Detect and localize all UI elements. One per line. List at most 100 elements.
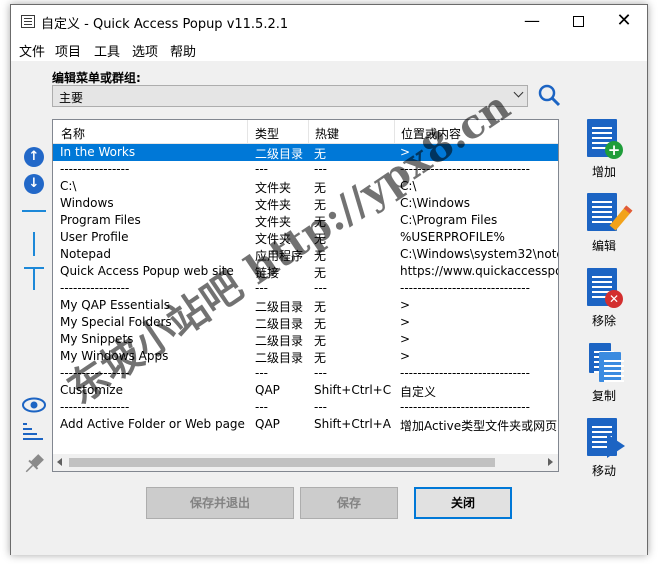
cell-location: https://www.quickaccesspopup.com bbox=[400, 264, 558, 278]
close-button[interactable]: 关闭 bbox=[414, 487, 512, 519]
add-column-break-button[interactable] bbox=[33, 232, 35, 256]
app-icon bbox=[21, 15, 35, 28]
cell-hotkey: 无 bbox=[314, 334, 327, 348]
search-icon bbox=[538, 84, 561, 107]
cell-type: 文件夹 bbox=[255, 215, 292, 229]
cell-type: 应用程序 bbox=[255, 249, 304, 263]
cell-name: Add Active Folder or Web page... bbox=[60, 417, 245, 431]
cell-location: ------------------------------ bbox=[400, 281, 530, 295]
cell-name: In the Works bbox=[60, 145, 136, 159]
cell-location: > bbox=[400, 315, 411, 329]
table-row[interactable]: Customize QAP Shift+Ctrl+C 自定义 bbox=[53, 382, 558, 399]
table-row[interactable]: My QAP Essentials 二级目录无 > bbox=[53, 297, 558, 314]
save-and-exit-button[interactable]: 保存并退出 bbox=[146, 487, 294, 519]
menu-help[interactable]: 帮助 bbox=[170, 41, 196, 60]
table-row[interactable]: In the Works 二级目录无 > bbox=[53, 144, 558, 161]
table-row[interactable]: Windows 文件夹 无 C:\Windows bbox=[53, 195, 558, 212]
table-row[interactable]: ---------------- --- --- ------------------… bbox=[53, 161, 558, 178]
play-arrow-icon bbox=[607, 434, 625, 458]
window-title: 自定义 - Quick Access Popup v11.5.2.1 bbox=[41, 17, 289, 32]
move-down-button[interactable]: ↓ bbox=[24, 174, 44, 194]
remove-doc-icon: ✕ bbox=[585, 268, 623, 310]
menu-group-select[interactable]: 主要 bbox=[52, 85, 528, 107]
cell-type: QAP bbox=[255, 417, 280, 431]
search-button[interactable] bbox=[537, 83, 561, 107]
cell-location: C:\Windows bbox=[400, 196, 471, 210]
scroll-left-icon[interactable] bbox=[57, 458, 62, 466]
table-row[interactable]: Quick Access Popup web site 链接 无 https://ww… bbox=[53, 263, 558, 280]
table-row[interactable]: ---------------- --- --- ------------------… bbox=[53, 280, 558, 297]
table-row[interactable]: C:\ 文件夹 无 C:\ bbox=[53, 178, 558, 195]
add-button[interactable]: + 增加 bbox=[579, 119, 629, 180]
cell-hotkey: --- bbox=[314, 162, 327, 176]
column-header-name[interactable]: 名称 bbox=[61, 125, 85, 142]
cell-name: Windows bbox=[60, 196, 114, 210]
cell-location: > bbox=[400, 349, 411, 363]
table-row[interactable]: Program Files 文件夹 无 C:\Program Files bbox=[53, 212, 558, 229]
edit-button[interactable]: 编辑 bbox=[579, 193, 633, 254]
x-icon: ✕ bbox=[605, 290, 623, 308]
maximize-button[interactable] bbox=[555, 5, 601, 37]
cell-location: ------------------------------ bbox=[400, 162, 530, 176]
minimize-icon: — bbox=[524, 11, 540, 30]
minimize-button[interactable]: — bbox=[509, 5, 555, 37]
cell-hotkey: 无 bbox=[314, 232, 327, 246]
cell-hotkey: 无 bbox=[314, 147, 327, 161]
menu-tools[interactable]: 工具 bbox=[94, 41, 120, 60]
cell-location: > bbox=[400, 332, 411, 346]
move-label: 移动 bbox=[591, 464, 616, 478]
column-header-type[interactable]: 类型 bbox=[255, 125, 279, 142]
cell-type: --- bbox=[255, 281, 268, 295]
move-up-button[interactable]: ↑ bbox=[24, 147, 44, 167]
title-bar[interactable]: 自定义 - Quick Access Popup v11.5.2.1 — ✕ bbox=[11, 5, 647, 37]
table-row[interactable]: ---------------- --- --- ------------------… bbox=[53, 399, 558, 416]
pin-icon bbox=[25, 454, 44, 473]
cell-type: 文件夹 bbox=[255, 198, 292, 212]
cell-type: QAP bbox=[255, 383, 280, 397]
horizontal-scrollbar[interactable] bbox=[53, 454, 558, 471]
add-separator-button[interactable] bbox=[22, 210, 46, 212]
cell-name: Program Files bbox=[60, 213, 141, 227]
cell-location: C:\Program Files bbox=[400, 213, 498, 227]
save-button[interactable]: 保存 bbox=[300, 487, 398, 519]
table-row[interactable]: Add Active Folder or Web page... QAP Shift… bbox=[53, 416, 558, 433]
menu-file[interactable]: 文件 bbox=[19, 41, 45, 60]
cell-hotkey: --- bbox=[314, 281, 327, 295]
cell-type: 链接 bbox=[255, 266, 280, 280]
cell-name: My QAP Essentials bbox=[60, 298, 171, 312]
menu-options[interactable]: 选项 bbox=[132, 41, 158, 60]
cell-location: 自定义 bbox=[400, 385, 437, 399]
column-header-location[interactable]: 位置或内容 bbox=[401, 125, 461, 142]
preview-button[interactable] bbox=[22, 397, 46, 413]
app-window: 自定义 - Quick Access Popup v11.5.2.1 — ✕ 文… bbox=[10, 4, 648, 555]
add-text-separator-button[interactable] bbox=[22, 266, 46, 290]
remove-button[interactable]: ✕ 移除 bbox=[579, 268, 629, 329]
cell-location: %USERPROFILE% bbox=[400, 230, 505, 244]
table-row[interactable]: User Profile 文件夹 无 %USERPROFILE% bbox=[53, 229, 558, 246]
table-row[interactable]: Notepad 应用程序无 C:\Windows\system32\notepad.… bbox=[53, 246, 558, 263]
menu-group-value: 主要 bbox=[59, 91, 84, 105]
eye-icon bbox=[22, 397, 46, 413]
cell-type: 二级目录 bbox=[255, 147, 304, 161]
move-button[interactable]: 移动 bbox=[579, 418, 629, 479]
arrow-up-icon: ↑ bbox=[28, 149, 40, 164]
cell-hotkey: 无 bbox=[314, 266, 327, 280]
table-row[interactable]: My Windows Apps 二级目录无 > bbox=[53, 348, 558, 365]
scroll-thumb[interactable] bbox=[69, 458, 495, 467]
cell-hotkey: 无 bbox=[314, 198, 327, 212]
cell-name: ---------------- bbox=[60, 162, 130, 176]
column-header-hotkey[interactable]: 热键 bbox=[315, 125, 339, 142]
table-row[interactable]: My Special Folders 二级目录无 > bbox=[53, 314, 558, 331]
cell-hotkey: --- bbox=[314, 366, 327, 380]
menu-item[interactable]: 项目 bbox=[55, 41, 81, 60]
close-window-button[interactable]: ✕ bbox=[601, 5, 647, 37]
table-row[interactable]: My Snippets 二级目录无 > bbox=[53, 331, 558, 348]
cell-hotkey: Shift+Ctrl+C bbox=[314, 383, 392, 397]
sort-button[interactable] bbox=[23, 423, 45, 443]
copy-button[interactable]: 复制 bbox=[579, 343, 629, 404]
scroll-right-icon[interactable] bbox=[548, 458, 553, 466]
pin-button[interactable] bbox=[23, 453, 45, 475]
table-row[interactable]: ---------------- --- --- ------------------… bbox=[53, 365, 558, 382]
favorites-list[interactable]: 名称 类型 热键 位置或内容 In the Works 二级目录无 > -------… bbox=[52, 119, 559, 472]
cell-hotkey: 无 bbox=[314, 215, 327, 229]
